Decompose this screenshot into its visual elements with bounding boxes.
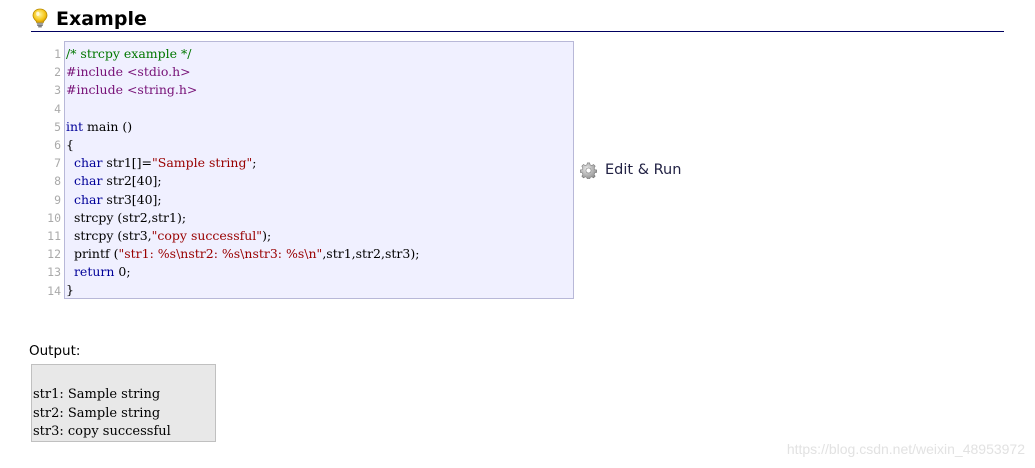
code-token: main () [83, 118, 133, 134]
code-token: char [73, 191, 103, 207]
code-token: ; [252, 155, 257, 171]
edit-and-run-label: Edit & Run [605, 162, 682, 178]
code-token: strcpy (str2,str1); [66, 209, 187, 225]
code-token: int [66, 118, 84, 134]
code-line: char str2[40]; [66, 172, 573, 190]
output-block: str1: Sample string str2: Sample string st… [31, 364, 216, 442]
code-token: } [66, 282, 74, 298]
code-token: char [73, 173, 103, 189]
code-token: "str1: %s\nstr2: %s\nstr3: %s\n" [118, 246, 323, 262]
edit-and-run-button[interactable]: Edit & Run [580, 160, 681, 180]
section-title: Example [56, 8, 147, 30]
code-token: str1[]= [102, 155, 153, 171]
line-number: 4 [54, 101, 61, 116]
section-header: Example [31, 6, 1004, 32]
code-line: { [66, 136, 573, 154]
code-line: } [66, 281, 573, 299]
line-number: 8 [54, 174, 61, 189]
line-number: 3 [54, 83, 61, 98]
code-line: #include <stdio.h> [66, 63, 573, 81]
code-token: printf ( [66, 246, 119, 262]
code-line: strcpy (str3,"copy successful"); [66, 227, 573, 245]
code-token: #include <stdio.h> [66, 64, 191, 80]
code-line: char str3[40]; [66, 191, 573, 209]
code-token: "Sample string" [152, 155, 253, 171]
line-number: 9 [54, 192, 61, 207]
line-number: 14 [47, 283, 61, 298]
line-number: 6 [54, 138, 61, 153]
code-token: ,str1,str2,str3); [322, 246, 420, 262]
code-token: #include <string.h> [66, 82, 198, 98]
line-number: 10 [47, 210, 61, 225]
line-number: 1 [54, 47, 61, 61]
output-line: str2: Sample string [33, 405, 161, 421]
code-token: strcpy (str3, [66, 227, 152, 243]
line-number: 12 [47, 247, 61, 262]
code-token: /* strcpy example */ [66, 46, 192, 61]
code-line: /* strcpy example */ [66, 45, 573, 63]
output-line: str1: Sample string [33, 387, 161, 402]
line-number: 11 [47, 229, 61, 244]
code-token: ); [262, 227, 272, 243]
code-token: str3[40]; [102, 191, 162, 207]
code-line: #include <string.h> [66, 81, 573, 99]
code-token: str2[40]; [102, 173, 162, 189]
code-line: strcpy (str2,str1); [66, 209, 573, 227]
watermark-text: https://blog.csdn.net/weixin_48953972 [786, 441, 1025, 457]
line-number: 13 [47, 265, 61, 280]
code-token: { [66, 136, 74, 152]
output-line: str3: copy successful [33, 424, 171, 439]
line-number: 5 [54, 119, 61, 134]
code-token: return [73, 264, 115, 280]
output-label: Output: [29, 343, 81, 359]
line-number: 2 [54, 65, 61, 80]
code-token: 0; [114, 264, 131, 280]
gear-icon [580, 162, 597, 179]
code-line: return 0; [66, 263, 573, 281]
line-number-gutter: 1 2 3 4 5 6 7 8 9 10 11 12 13 14 [34, 45, 61, 300]
code-token: char [73, 155, 103, 171]
code-block: /* strcpy example */ #include <stdio.h> #i… [64, 41, 574, 299]
code-line: printf ("str1: %s\nstr2: %s\nstr3: %s\n"… [66, 245, 573, 263]
lightbulb-icon [32, 8, 48, 28]
code-token: "copy successful" [151, 227, 263, 243]
code-line: char str1[]="Sample string"; [66, 154, 573, 172]
code-line: int main () [66, 118, 573, 136]
line-number: 7 [54, 156, 61, 171]
